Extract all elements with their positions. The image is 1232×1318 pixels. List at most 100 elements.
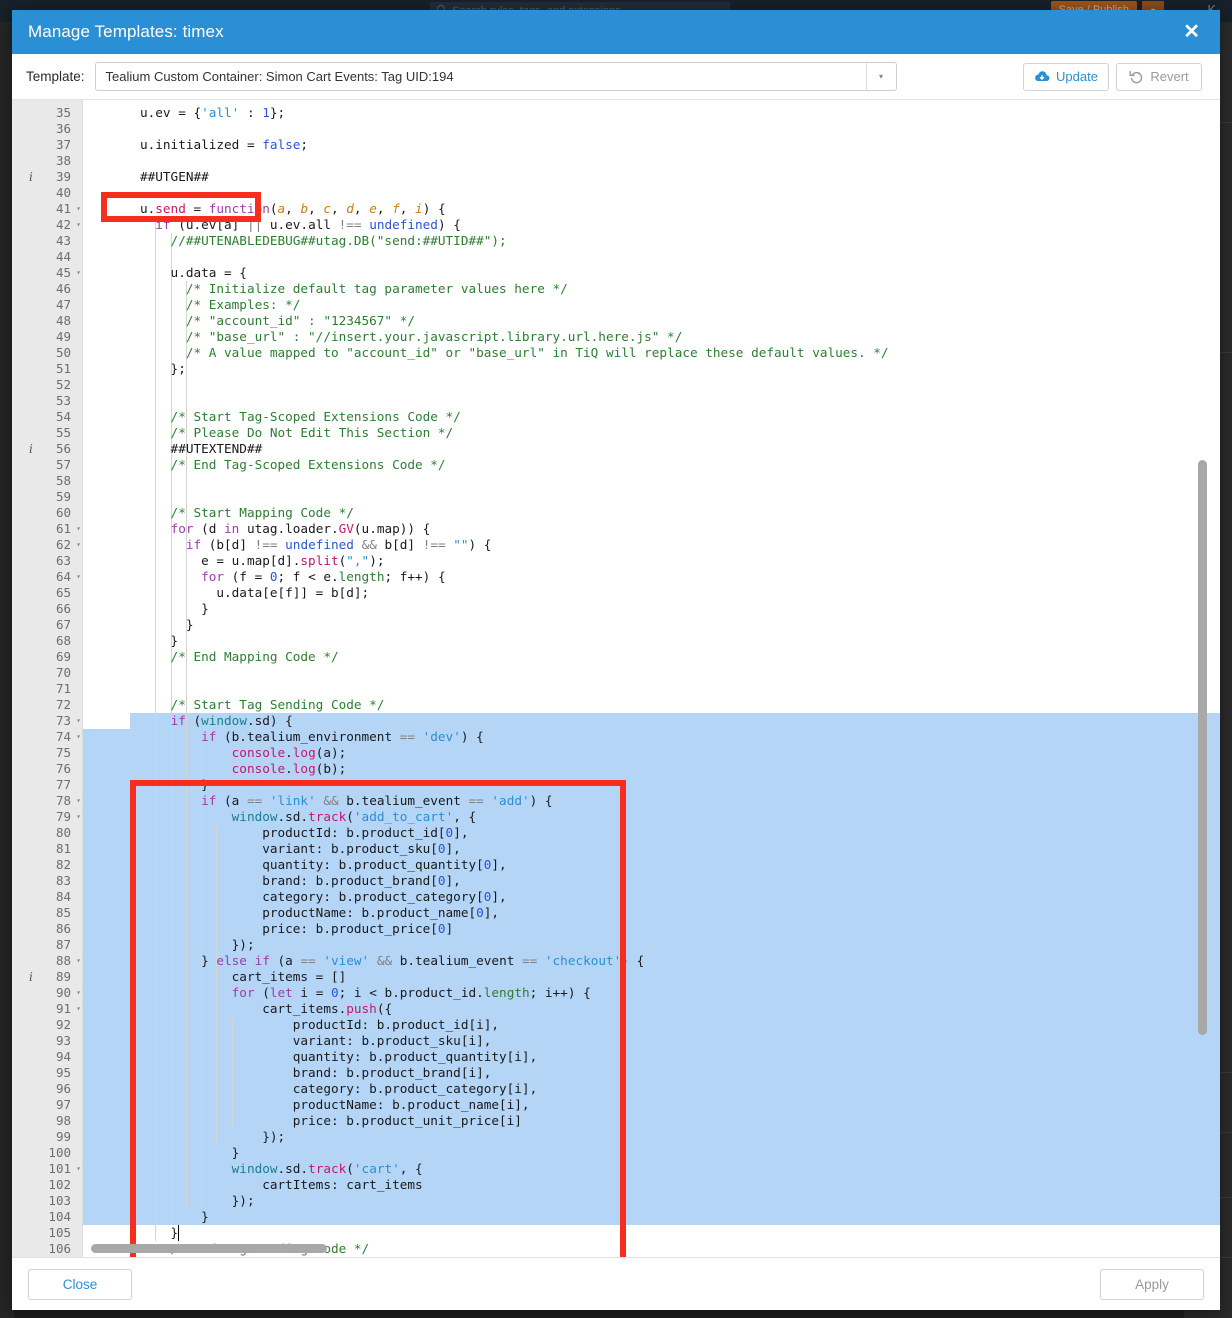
editor-vertical-scrollbar[interactable] — [1198, 460, 1207, 1035]
line-number: 38 — [55, 153, 71, 168]
code-fold-toggle[interactable]: ▾ — [76, 569, 81, 585]
code-line[interactable]: productId: b.product_id[i], — [140, 1017, 499, 1033]
update-button[interactable]: Update — [1023, 62, 1109, 91]
code-line[interactable]: if (b.tealium_environment == 'dev') { — [140, 729, 484, 745]
code-fold-toggle[interactable]: ▾ — [76, 953, 81, 969]
code-line[interactable]: //##UTENABLEDEBUG##utag.DB("send:##UTID#… — [140, 233, 507, 249]
code-line[interactable]: /* End Mapping Code */ — [140, 649, 339, 665]
code-fold-toggle[interactable]: ▾ — [76, 713, 81, 729]
line-number: 36 — [55, 121, 71, 136]
code-fold-toggle[interactable]: ▾ — [76, 521, 81, 537]
code-line[interactable]: } — [140, 633, 179, 649]
code-line[interactable]: for (let i = 0; i < b.product_id.length;… — [140, 985, 591, 1001]
code-line[interactable]: ##UTGEN## — [140, 169, 209, 185]
code-line[interactable]: /* Examples: */ — [140, 297, 301, 313]
line-number: 54 — [55, 409, 71, 424]
code-content-area[interactable]: u.ev = {'all' : 1}; u.initialized = false… — [83, 100, 1220, 1257]
code-line[interactable]: } — [140, 1225, 179, 1241]
code-line[interactable]: /* Start Mapping Code */ — [140, 505, 354, 521]
info-marker-icon[interactable]: i — [29, 169, 33, 185]
code-line[interactable]: category: b.product_category[0], — [140, 889, 506, 905]
info-marker-icon[interactable]: i — [29, 969, 33, 985]
code-line[interactable]: cart_items.push({ — [140, 1001, 392, 1017]
code-line[interactable]: console.log(a); — [140, 745, 347, 761]
code-line[interactable]: brand: b.product_brand[i], — [140, 1065, 492, 1081]
code-line[interactable]: cart_items = [] — [140, 969, 347, 985]
info-marker-icon[interactable]: i — [29, 441, 33, 457]
code-line[interactable]: category: b.product_category[i], — [140, 1081, 537, 1097]
code-line[interactable]: /* Initialize default tag parameter valu… — [140, 281, 568, 297]
code-line[interactable]: cartItems: cart_items — [140, 1177, 422, 1193]
code-line[interactable]: u.data = { — [140, 265, 247, 281]
chevron-down-icon[interactable]: ▾ — [867, 63, 896, 90]
code-editor[interactable]: 35 36 37 38 39 i 40 41 ▾ 42 ▾ 43 44 45 ▾ 46 47 48 49 50 51 52… — [12, 100, 1220, 1257]
code-line[interactable]: }); — [140, 1129, 285, 1145]
revert-button[interactable]: Revert — [1116, 62, 1202, 91]
code-line[interactable]: window.sd.track('add_to_cart', { — [140, 809, 476, 825]
code-line[interactable]: /* End Tag-Scoped Extensions Code */ — [140, 457, 446, 473]
code-line[interactable]: } — [140, 617, 194, 633]
code-line[interactable]: /* Start Tag Sending Code */ — [140, 697, 385, 713]
code-line[interactable]: variant: b.product_sku[0], — [140, 841, 461, 857]
code-line[interactable]: price: b.product_unit_price[i] — [140, 1113, 522, 1129]
code-line[interactable]: productName: b.product_name[i], — [140, 1097, 530, 1113]
code-line[interactable]: u.ev = {'all' : 1}; — [140, 105, 285, 121]
code-fold-toggle[interactable]: ▾ — [76, 201, 81, 217]
code-fold-toggle[interactable]: ▾ — [76, 809, 81, 825]
code-line[interactable]: u.data[e[f]] = b[d]; — [140, 585, 369, 601]
code-line[interactable]: } — [140, 777, 209, 793]
code-line[interactable]: }); — [140, 937, 255, 953]
code-line[interactable]: u.initialized = false; — [140, 137, 308, 153]
code-line[interactable]: e = u.map[d].split(","); — [140, 553, 384, 569]
code-fold-toggle[interactable]: ▾ — [76, 537, 81, 553]
line-number: 81 — [55, 841, 71, 856]
code-line[interactable]: price: b.product_price[0] — [140, 921, 453, 937]
line-number: 106 — [48, 1241, 71, 1256]
code-line[interactable]: /* Start Tag-Scoped Extensions Code */ — [140, 409, 461, 425]
code-line[interactable]: } — [140, 1145, 240, 1161]
line-number: 49 — [55, 329, 71, 344]
code-line[interactable]: }); — [140, 1193, 255, 1209]
code-fold-toggle[interactable]: ▾ — [76, 1001, 81, 1017]
code-line[interactable]: for (d in utag.loader.GV(u.map)) { — [140, 521, 431, 537]
code-line[interactable]: } — [140, 1209, 209, 1225]
close-icon[interactable]: ✕ — [1177, 20, 1206, 44]
line-number: 59 — [55, 489, 71, 504]
apply-button[interactable]: Apply — [1100, 1269, 1204, 1300]
code-line[interactable]: if (a == 'link' && b.tealium_event == 'a… — [140, 793, 552, 809]
code-line[interactable]: ##UTEXTEND## — [140, 441, 263, 457]
code-fold-toggle[interactable]: ▾ — [76, 729, 81, 745]
editor-horizontal-scrollbar[interactable] — [91, 1244, 327, 1253]
line-number: 96 — [55, 1081, 71, 1096]
modal-header: Manage Templates: timex ✕ — [12, 10, 1220, 54]
code-line[interactable]: u.send = function(a, b, c, d, e, f, i) { — [140, 201, 446, 217]
code-line[interactable]: for (f = 0; f < e.length; f++) { — [140, 569, 445, 585]
code-line[interactable]: }; — [140, 361, 186, 377]
code-line[interactable]: brand: b.product_brand[0], — [140, 873, 461, 889]
code-fold-toggle[interactable]: ▾ — [76, 793, 81, 809]
code-fold-toggle[interactable]: ▾ — [76, 985, 81, 1001]
code-line[interactable]: /* "base_url" : "//insert.your.javascrip… — [140, 329, 683, 345]
code-line[interactable]: productId: b.product_id[0], — [140, 825, 468, 841]
code-line[interactable]: quantity: b.product_quantity[0], — [140, 857, 506, 873]
code-line[interactable]: } — [140, 601, 209, 617]
code-fold-toggle[interactable]: ▾ — [76, 265, 81, 281]
close-button[interactable]: Close — [28, 1269, 132, 1300]
code-line[interactable]: /* A value mapped to "account_id" or "ba… — [140, 345, 889, 361]
code-line[interactable]: window.sd.track('cart', { — [140, 1161, 423, 1177]
code-fold-toggle[interactable]: ▾ — [76, 1161, 81, 1177]
line-number: 87 — [55, 937, 71, 952]
code-line[interactable]: /* "account_id" : "1234567" */ — [140, 313, 415, 329]
template-dropdown[interactable]: Tealium Custom Container: Simon Cart Eve… — [94, 62, 897, 91]
code-line[interactable]: console.log(b); — [140, 761, 347, 777]
code-line[interactable]: quantity: b.product_quantity[i], — [140, 1049, 537, 1065]
code-line[interactable]: if (u.ev[a] || u.ev.all !== undefined) { — [140, 217, 461, 233]
code-line[interactable]: variant: b.product_sku[i], — [140, 1033, 492, 1049]
code-line[interactable]: /* Please Do Not Edit This Section */ — [140, 425, 454, 441]
code-line[interactable]: if (window.sd) { — [140, 713, 293, 729]
code-line[interactable]: productName: b.product_name[0], — [140, 905, 499, 921]
code-line[interactable]: } else if (a == 'view' && b.tealium_even… — [140, 953, 644, 969]
code-fold-toggle[interactable]: ▾ — [76, 217, 81, 233]
code-line[interactable]: if (b[d] !== undefined && b[d] !== "") { — [140, 537, 492, 553]
modal-title: Manage Templates: timex — [28, 22, 224, 41]
